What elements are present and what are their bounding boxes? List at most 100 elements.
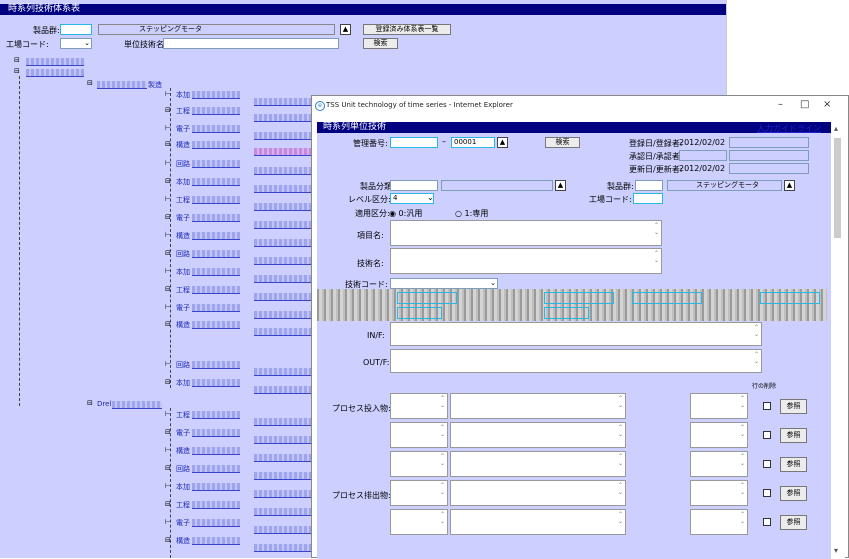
tree-node[interactable]: [254, 328, 312, 336]
tree-node[interactable]: [254, 293, 312, 301]
tree-node[interactable]: [254, 526, 312, 534]
tree-node-label[interactable]: 構造: [176, 536, 190, 546]
tree-node-label[interactable]: Drel: [97, 400, 111, 408]
tree-toggle-icon[interactable]: ⊟: [165, 378, 171, 386]
tree-toggle-icon[interactable]: ⊟: [165, 213, 171, 221]
tree-node-label[interactable]: 構造: [176, 231, 190, 241]
factory-code-select[interactable]: ⌄: [60, 38, 92, 49]
tech-name-textarea[interactable]: ⌃ ⌄: [390, 248, 662, 274]
tree-node[interactable]: [192, 361, 240, 369]
reference-button[interactable]: 参照: [780, 457, 807, 472]
product-lookup-button[interactable]: ▲: [340, 24, 351, 35]
tree-node[interactable]: [26, 69, 84, 77]
product-group-code[interactable]: [635, 180, 663, 191]
tree-node[interactable]: [192, 537, 240, 545]
reference-button[interactable]: 参照: [780, 399, 807, 414]
tree-node[interactable]: [254, 386, 312, 394]
tree-toggle-icon[interactable]: ⊟: [165, 106, 171, 114]
tree-node[interactable]: [254, 418, 312, 426]
tree-node-label[interactable]: 本加: [176, 267, 190, 277]
tree-toggle-icon[interactable]: ⊟: [87, 79, 93, 87]
tree-node[interactable]: [254, 436, 312, 444]
tree-node[interactable]: [254, 257, 312, 265]
tree-node[interactable]: [254, 132, 312, 140]
tree-node-label[interactable]: 回路: [176, 360, 190, 370]
tree-node[interactable]: [112, 401, 162, 409]
tree-node[interactable]: [97, 81, 147, 89]
tree-node[interactable]: [192, 141, 240, 149]
apply-radio-general[interactable]: ◉ 0:汎用: [389, 208, 422, 219]
tree-node[interactable]: [254, 185, 312, 193]
tree-node[interactable]: [254, 454, 312, 462]
tree-node[interactable]: [192, 286, 240, 294]
product-class-input[interactable]: [390, 180, 438, 191]
tree-node[interactable]: [254, 311, 312, 319]
tree-node-label[interactable]: 回路: [176, 464, 190, 474]
grid-cell[interactable]: [632, 292, 702, 304]
product-code-input[interactable]: [60, 24, 92, 35]
tree-node[interactable]: [192, 483, 240, 491]
process-textarea[interactable]: ⌃ ⌄: [450, 480, 626, 506]
scroll-thumb[interactable]: [834, 138, 841, 238]
tree-node[interactable]: [254, 98, 312, 106]
tree-node[interactable]: [192, 250, 240, 258]
tree-node-label[interactable]: 工程: [176, 500, 190, 510]
delete-row-checkbox[interactable]: [763, 431, 771, 439]
tree-node-label[interactable]: 構造: [176, 446, 190, 456]
tree-toggle-icon[interactable]: ⊟: [165, 249, 171, 257]
scroll-down-icon[interactable]: ▾: [834, 546, 838, 555]
tree-toggle-icon[interactable]: ⊢: [165, 231, 171, 239]
close-icon[interactable]: ×: [823, 99, 831, 110]
tree-node[interactable]: [192, 214, 240, 222]
tree-toggle-icon[interactable]: ⊟: [165, 140, 171, 148]
grid-cell[interactable]: [544, 307, 589, 319]
tree-node-label[interactable]: 電子: [176, 303, 190, 313]
apply-radio-dedicated[interactable]: ○ 1:専用: [455, 208, 488, 219]
tree-node[interactable]: [192, 379, 240, 387]
tree-node-label[interactable]: 本加: [176, 378, 190, 388]
tree-node[interactable]: [192, 125, 240, 133]
tree-toggle-icon[interactable]: ⊟: [14, 56, 20, 64]
delete-row-checkbox[interactable]: [763, 460, 771, 468]
out-f-textarea[interactable]: ⌃ ⌄: [390, 349, 762, 373]
tree-node[interactable]: [192, 501, 240, 509]
tree-node[interactable]: [192, 411, 240, 419]
tree-node[interactable]: [192, 107, 240, 115]
delete-row-checkbox[interactable]: [763, 489, 771, 497]
process-textarea[interactable]: ⌃ ⌄: [390, 509, 448, 535]
process-textarea[interactable]: ⌃ ⌄: [390, 480, 448, 506]
tree-node-label[interactable]: 回路: [176, 159, 190, 169]
process-textarea[interactable]: ⌃ ⌄: [450, 451, 626, 477]
process-textarea[interactable]: ⌃ ⌄: [390, 451, 448, 477]
process-textarea[interactable]: ⌃ ⌄: [450, 509, 626, 535]
tree-node[interactable]: [254, 544, 312, 552]
tree-node-label[interactable]: 構造: [176, 140, 190, 150]
tree-node[interactable]: [192, 91, 240, 99]
maximize-icon[interactable]: □: [800, 99, 809, 110]
process-textarea[interactable]: ⌃ ⌄: [690, 509, 748, 535]
product-group-lookup[interactable]: ▲: [784, 180, 795, 191]
tree-node-label[interactable]: 電子: [176, 518, 190, 528]
process-textarea[interactable]: ⌃ ⌄: [690, 393, 748, 419]
reference-button[interactable]: 参照: [780, 486, 807, 501]
grid-cell[interactable]: [760, 292, 820, 304]
tree-toggle-icon[interactable]: ⊟: [165, 177, 171, 185]
tree-node[interactable]: [192, 196, 240, 204]
grid-cell[interactable]: [544, 292, 614, 304]
mgmt-no-from-input[interactable]: [390, 137, 438, 148]
tree-node-label[interactable]: 本加: [176, 482, 190, 492]
tree-node[interactable]: [192, 268, 240, 276]
minimize-icon[interactable]: –: [778, 99, 783, 110]
process-textarea[interactable]: ⌃ ⌄: [690, 451, 748, 477]
tree-node[interactable]: [192, 465, 240, 473]
tree-node[interactable]: [26, 58, 84, 66]
tree-node-label[interactable]: 本加: [176, 177, 190, 187]
tree-node[interactable]: [192, 160, 240, 168]
tree-toggle-icon[interactable]: ⊟: [14, 67, 20, 75]
tree-toggle-icon[interactable]: ⊢: [165, 159, 171, 167]
fg-search-button[interactable]: 検索: [545, 137, 580, 148]
tree-node[interactable]: [192, 232, 240, 240]
tree-toggle-icon[interactable]: ⊢: [165, 195, 171, 203]
tree-node[interactable]: [254, 239, 312, 247]
guideline-link[interactable]: 入力ガイドライン: [757, 123, 821, 134]
